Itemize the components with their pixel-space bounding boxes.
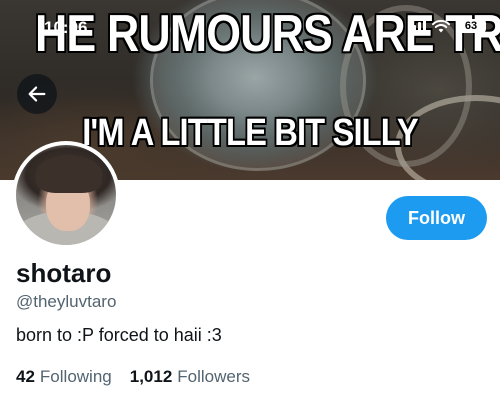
profile-name: shotaro xyxy=(16,258,112,288)
battery-icon: 63 xyxy=(456,19,486,33)
profile-handle: @theyluvtaro xyxy=(16,292,117,311)
banner-bottom-caption: I'M A LITTLE BIT SILLY xyxy=(82,112,418,154)
banner-top-caption: HE RUMOURS ARE TRU xyxy=(35,5,500,63)
following-label: Following xyxy=(39,367,112,386)
followers-link[interactable]: 1,012 Followers xyxy=(130,367,250,387)
arrow-left-icon xyxy=(28,86,46,102)
following-count: 42 xyxy=(16,367,35,386)
follow-button[interactable]: Follow xyxy=(386,196,487,240)
signal-icon xyxy=(408,19,426,33)
profile-stats: 42 Following 1,012 Followers xyxy=(16,367,250,387)
wifi-icon xyxy=(432,19,450,33)
avatar-hair xyxy=(36,155,102,193)
status-icons: 63 xyxy=(408,19,486,33)
followers-label: Followers xyxy=(177,367,251,386)
following-link[interactable]: 42 Following xyxy=(16,367,112,387)
profile-bio: born to :P forced to haii :3 xyxy=(16,325,222,345)
status-time: 10:06 xyxy=(44,18,88,37)
avatar[interactable] xyxy=(12,141,120,249)
back-button[interactable] xyxy=(17,74,57,114)
followers-count: 1,012 xyxy=(129,367,173,386)
